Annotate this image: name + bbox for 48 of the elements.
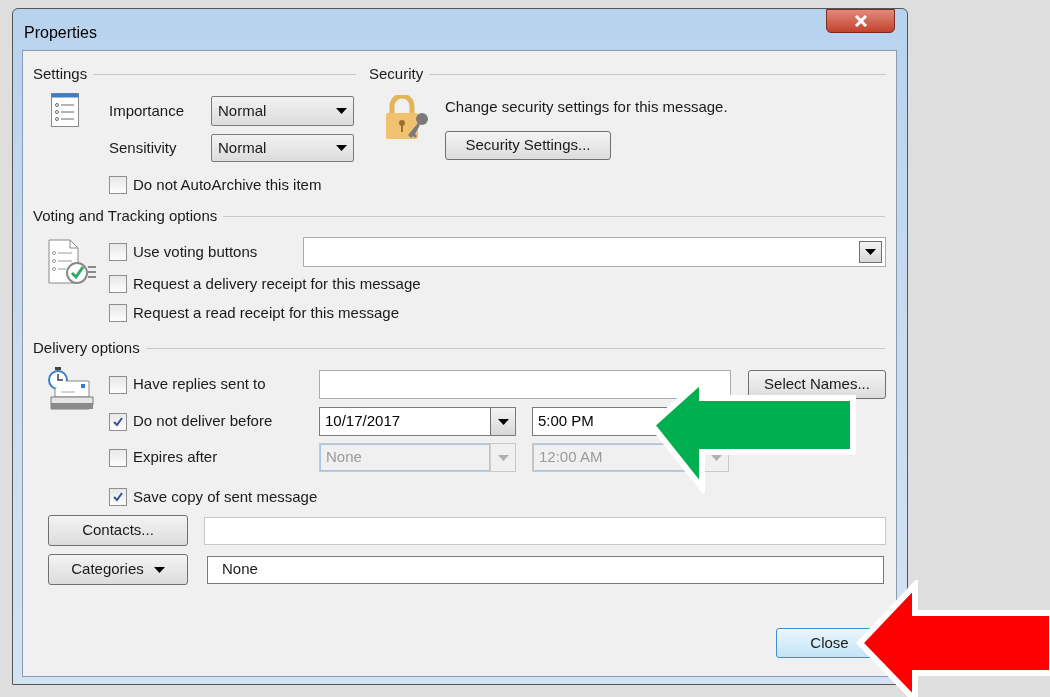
contacts-button[interactable]: Contacts... bbox=[48, 515, 188, 546]
voting-dropdown[interactable] bbox=[303, 237, 886, 267]
checkbox[interactable] bbox=[109, 304, 127, 322]
section-title: Voting and Tracking options bbox=[33, 205, 219, 226]
security-settings-button[interactable]: Security Settings... bbox=[445, 130, 611, 160]
security-text: Change security settings for this message. bbox=[445, 97, 728, 117]
checklist-icon bbox=[48, 239, 96, 285]
dropdown[interactable]: Normal bbox=[211, 96, 354, 126]
input-field[interactable] bbox=[319, 370, 731, 399]
checkbox[interactable] bbox=[109, 243, 127, 261]
field-label: Importance bbox=[109, 100, 186, 121]
checkbox[interactable] bbox=[109, 412, 127, 431]
window-title: Properties bbox=[24, 23, 97, 43]
checkbox[interactable] bbox=[109, 488, 127, 506]
checkbox[interactable] bbox=[109, 275, 127, 293]
checkbox-label: Request a read receipt for this message bbox=[133, 302, 399, 323]
date-dropdown: None bbox=[319, 443, 516, 472]
caret-icon bbox=[865, 249, 876, 255]
caret-icon bbox=[336, 108, 347, 114]
checkbox-label: Save copy of sent message bbox=[133, 486, 318, 507]
date-dropdown[interactable]: 10/17/2017 bbox=[319, 407, 516, 436]
caret-icon bbox=[710, 454, 722, 461]
checkbox-label: Use voting buttons bbox=[133, 241, 259, 262]
caret-icon bbox=[336, 145, 347, 151]
checkbox-label: Do not AutoArchive this item bbox=[133, 174, 322, 195]
caret-icon bbox=[497, 418, 509, 425]
check-icon bbox=[112, 491, 124, 503]
list-icon bbox=[51, 93, 79, 127]
section-title: Settings bbox=[33, 63, 89, 84]
dropdown[interactable]: Normal bbox=[211, 134, 354, 162]
section-title: Delivery options bbox=[33, 337, 141, 358]
close-button[interactable] bbox=[826, 9, 895, 33]
close-icon bbox=[853, 15, 868, 27]
check-icon bbox=[112, 415, 124, 428]
checkbox[interactable] bbox=[109, 375, 127, 394]
caret-icon bbox=[497, 454, 509, 461]
field-label: Sensitivity bbox=[109, 137, 178, 158]
checkbox[interactable] bbox=[109, 176, 127, 194]
section-title: Security bbox=[369, 63, 425, 84]
categories-button[interactable]: Categories bbox=[48, 554, 188, 585]
contacts-field[interactable] bbox=[204, 516, 886, 545]
timer-tray-icon bbox=[47, 367, 95, 411]
caret-icon bbox=[153, 566, 165, 573]
checkbox-label: Have replies sent to bbox=[133, 374, 267, 395]
checkbox-label: Expires after bbox=[133, 447, 219, 468]
checkbox-label: Do not deliver before bbox=[133, 411, 274, 432]
categories-field[interactable]: None bbox=[207, 555, 884, 584]
checkbox-label: Request a delivery receipt for this message bbox=[133, 273, 421, 294]
